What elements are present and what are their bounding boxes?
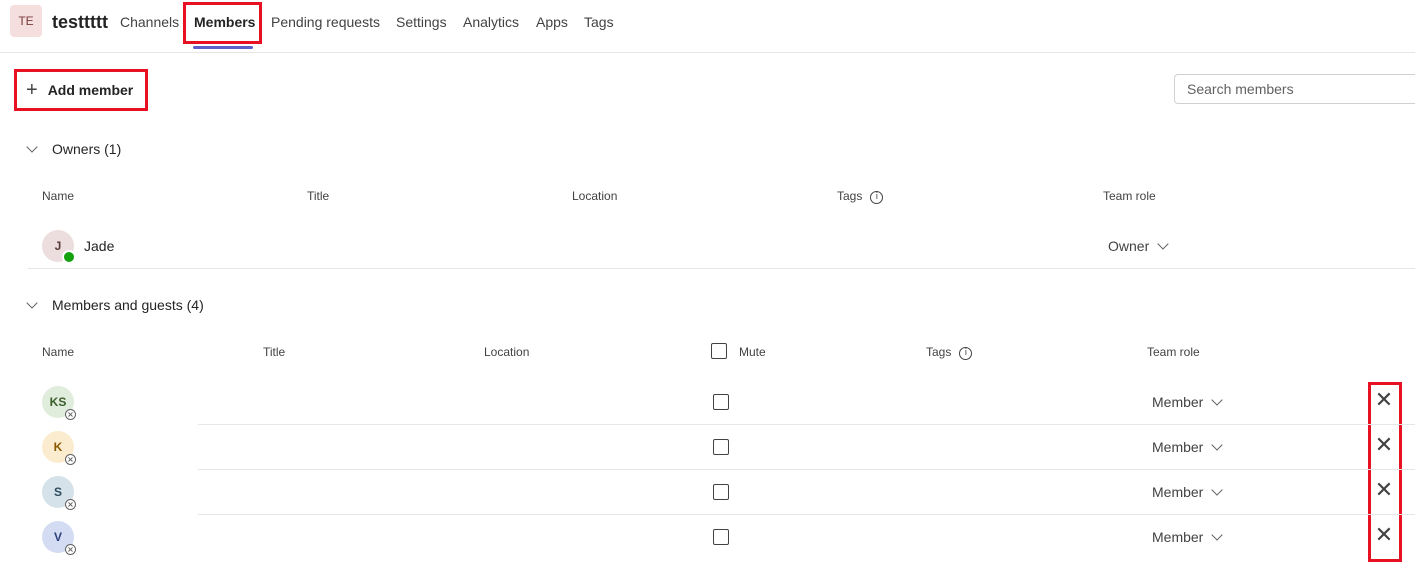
members-col-name[interactable]: Name xyxy=(42,345,74,359)
member-role-dropdown[interactable]: Member xyxy=(1152,528,1224,545)
remove-member-button[interactable]: ✕ xyxy=(1374,388,1394,413)
members-col-team-role[interactable]: Team role xyxy=(1147,345,1200,359)
member-row[interactable]: V × xyxy=(42,521,76,555)
avatar-initials: KS xyxy=(49,395,67,409)
tab-settings[interactable]: Settings xyxy=(396,14,447,30)
members-col-location[interactable]: Location xyxy=(484,345,529,359)
team-avatar[interactable]: TE xyxy=(10,5,42,37)
avatar: S × xyxy=(42,476,76,510)
chevron-down-icon xyxy=(1211,438,1224,451)
presence-available-icon xyxy=(62,250,76,264)
tab-tags[interactable]: Tags xyxy=(584,14,614,30)
avatar: KS × xyxy=(42,386,76,420)
role-label: Member xyxy=(1152,484,1204,500)
owner-row[interactable]: J xyxy=(42,230,76,264)
chevron-down-icon xyxy=(1211,483,1224,496)
remove-member-button[interactable]: ✕ xyxy=(1374,433,1394,458)
owners-col-team-role[interactable]: Team role xyxy=(1103,189,1156,203)
mute-checkbox[interactable] xyxy=(713,394,729,410)
add-member-label: Add member xyxy=(47,82,134,98)
mute-checkbox[interactable] xyxy=(713,484,729,500)
avatar: J xyxy=(42,230,76,264)
member-role-dropdown[interactable]: Member xyxy=(1152,483,1224,500)
chevron-down-icon xyxy=(1157,237,1169,250)
plus-icon: + xyxy=(26,79,38,101)
add-member-button[interactable]: + Add member xyxy=(14,69,148,111)
team-name: testtttt xyxy=(52,12,108,32)
members-section-toggle[interactable]: Members and guests (4) xyxy=(25,296,204,313)
role-label: Owner xyxy=(1108,238,1150,254)
tab-apps[interactable]: Apps xyxy=(536,14,568,30)
members-col-title[interactable]: Title xyxy=(263,345,285,359)
mute-checkbox[interactable] xyxy=(713,529,729,545)
member-role-dropdown[interactable]: Member xyxy=(1152,393,1224,410)
owners-col-tags[interactable]: Tags i xyxy=(837,189,884,204)
remove-member-button[interactable]: ✕ xyxy=(1374,478,1394,503)
avatar-initials: J xyxy=(54,239,62,253)
chevron-down-icon xyxy=(1211,528,1224,541)
remove-member-button[interactable]: ✕ xyxy=(1374,523,1394,548)
row-divider xyxy=(198,514,1415,515)
member-row[interactable]: S × xyxy=(42,476,76,510)
avatar-initials: S xyxy=(53,485,62,499)
owners-col-name[interactable]: Name xyxy=(42,189,74,203)
presence-offline-icon: × xyxy=(65,499,76,510)
tab-channels[interactable]: Channels xyxy=(120,14,179,30)
header-divider xyxy=(0,52,1415,53)
owners-col-location[interactable]: Location xyxy=(572,189,617,203)
members-section-title: Members and guests (4) xyxy=(52,297,204,313)
tab-pending-requests[interactable]: Pending requests xyxy=(271,14,380,30)
members-col-tags-label: Tags xyxy=(926,345,952,359)
owners-section-toggle[interactable]: Owners (1) xyxy=(25,140,122,157)
owners-col-tags-label: Tags xyxy=(837,189,863,203)
members-col-mute: Mute xyxy=(739,345,766,359)
role-label: Member xyxy=(1152,394,1204,410)
member-row[interactable]: KS × xyxy=(42,386,76,420)
member-row[interactable]: K × xyxy=(42,431,76,465)
row-divider xyxy=(28,268,1415,269)
info-icon[interactable]: i xyxy=(959,347,973,360)
info-icon[interactable]: i xyxy=(870,191,884,204)
member-role-dropdown[interactable]: Member xyxy=(1152,438,1224,455)
avatar-initials: V xyxy=(53,530,62,544)
presence-offline-icon: × xyxy=(65,544,76,555)
avatar: K × xyxy=(42,431,76,465)
presence-offline-icon: × xyxy=(65,409,76,420)
members-col-tags[interactable]: Tags i xyxy=(926,345,973,360)
owner-role-dropdown[interactable]: Owner xyxy=(1108,237,1169,254)
chevron-down-icon xyxy=(1211,393,1224,406)
active-tab-indicator xyxy=(193,46,253,49)
chevron-down-icon xyxy=(26,140,38,153)
presence-offline-icon: × xyxy=(65,454,76,465)
tab-members[interactable]: Members xyxy=(194,14,255,30)
owners-col-title[interactable]: Title xyxy=(307,189,329,203)
row-divider xyxy=(198,424,1415,425)
owners-section-title: Owners (1) xyxy=(52,141,122,157)
avatar: V × xyxy=(42,521,76,555)
search-members-input[interactable] xyxy=(1174,74,1415,104)
avatar-initials: K xyxy=(53,440,63,454)
role-label: Member xyxy=(1152,529,1204,545)
owner-name: Jade xyxy=(84,238,115,254)
mute-checkbox[interactable] xyxy=(713,439,729,455)
tab-analytics[interactable]: Analytics xyxy=(463,14,519,30)
role-label: Member xyxy=(1152,439,1204,455)
mute-all-checkbox[interactable] xyxy=(711,343,727,359)
chevron-down-icon xyxy=(26,296,38,309)
row-divider xyxy=(198,469,1415,470)
